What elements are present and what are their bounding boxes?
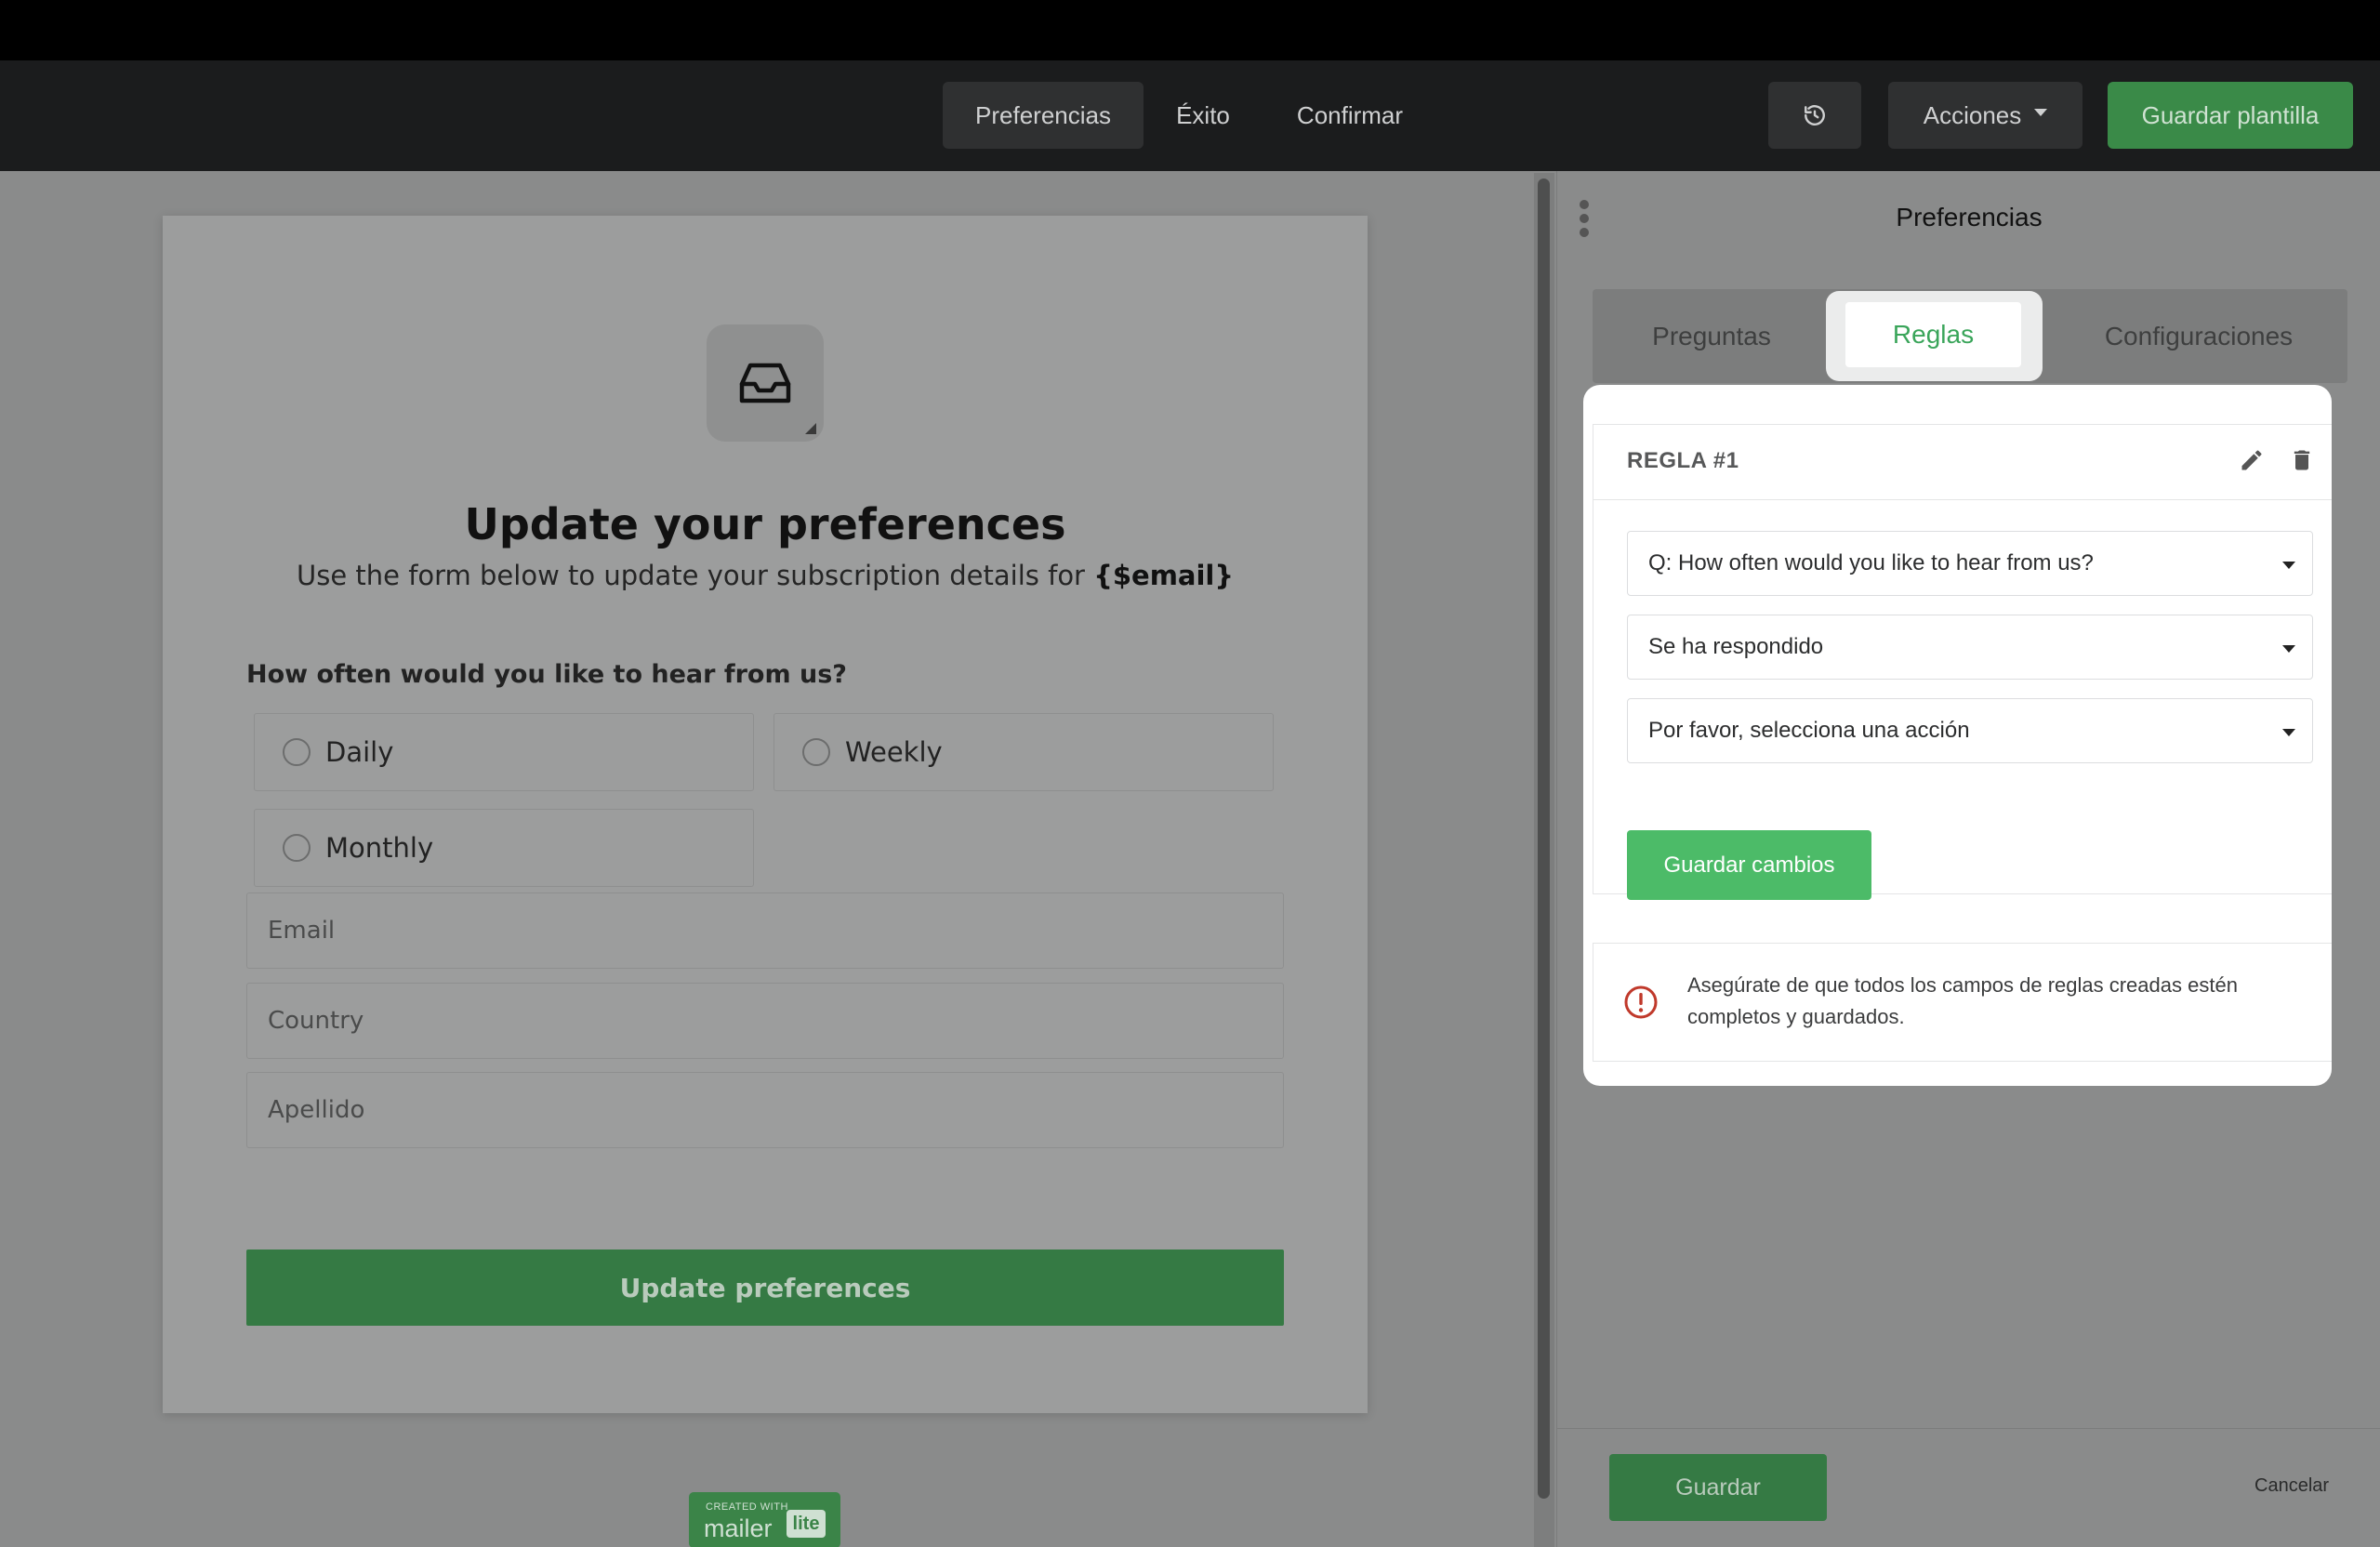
form-preview-area: Update your preferences Use the form bel… (0, 171, 1532, 1547)
select-value: Se ha respondido (1648, 634, 1824, 659)
tab-preferencias[interactable]: Preferencias (943, 82, 1144, 149)
badge-lite-tag: lite (787, 1510, 826, 1538)
tab-reglas[interactable]: Reglas (1845, 302, 2021, 367)
radio-icon (802, 738, 830, 766)
tab-preguntas[interactable]: Preguntas (1593, 289, 1831, 383)
preferences-form-card: Update your preferences Use the form bel… (163, 216, 1368, 1413)
option-monthly[interactable]: Monthly (254, 809, 754, 887)
resize-handle[interactable] (805, 423, 816, 434)
mailerlite-badge[interactable]: CREATED WITH mailer lite (689, 1492, 840, 1547)
caret-down-icon (2282, 729, 2295, 736)
option-daily[interactable]: Daily (254, 713, 754, 791)
preview-scrollbar[interactable] (1534, 173, 1554, 1547)
rule-action-select[interactable]: Por favor, selecciona una acción (1627, 698, 2313, 763)
subtitle-text: Use the form below to update your subscr… (296, 560, 1094, 591)
rule-header: REGLA #1 (1593, 425, 2332, 500)
delete-rule-button[interactable] (2289, 447, 2315, 473)
select-value: Q: How often would you like to hear from… (1648, 550, 2094, 575)
rule-question-select[interactable]: Q: How often would you like to hear from… (1627, 531, 2313, 596)
inbox-icon (739, 363, 791, 403)
rule-title: REGLA #1 (1627, 448, 1739, 473)
email-merge-tag: {$email} (1093, 560, 1235, 591)
form-subtitle: Use the form below to update your subscr… (163, 560, 1368, 591)
edit-rule-button[interactable] (2239, 447, 2265, 473)
question-label: How often would you like to hear from us… (246, 660, 847, 689)
tab-exito[interactable]: Éxito (1153, 82, 1253, 149)
radio-icon (283, 738, 311, 766)
panel-title: Preferencias (1896, 203, 2043, 231)
option-label: Weekly (845, 736, 943, 768)
top-strip (0, 0, 2380, 60)
trash-icon (2294, 450, 2310, 470)
scroll-thumb[interactable] (1538, 178, 1550, 1499)
radio-icon (283, 834, 311, 862)
badge-brand-text: mailer (704, 1514, 773, 1542)
actions-dropdown[interactable]: Acciones (1888, 82, 2082, 149)
editor-toolbar: Preferencias Éxito Confirmar Acciones Gu… (0, 60, 2380, 171)
history-button[interactable] (1768, 82, 1861, 149)
save-button[interactable]: Guardar (1609, 1454, 1827, 1521)
logo-block[interactable] (707, 324, 824, 442)
caret-down-icon (2282, 562, 2295, 569)
form-title: Update your preferences (464, 499, 1066, 549)
panel-footer-divider (1557, 1428, 2380, 1429)
tab-confirmar[interactable]: Confirmar (1274, 82, 1426, 149)
tab-configuraciones[interactable]: Configuraciones (2050, 289, 2347, 383)
save-changes-button[interactable]: Guardar cambios (1627, 830, 1871, 900)
option-label: Monthly (325, 832, 434, 864)
rule-card: REGLA #1 Q: How often would you like to … (1593, 424, 2332, 900)
select-value: Por favor, selecciona una acción (1648, 718, 1970, 743)
chevron-down-icon (2034, 109, 2048, 116)
alert-text: Asegúrate de que todos los campos de reg… (1687, 973, 2238, 1028)
email-field[interactable]: Email (246, 892, 1284, 969)
rule-condition-select[interactable]: Se ha respondido (1627, 615, 2313, 680)
cancel-link[interactable]: Cancelar (2254, 1475, 2329, 1497)
save-template-button[interactable]: Guardar plantilla (2108, 82, 2353, 149)
actions-label: Acciones (1923, 100, 2022, 129)
last-name-field[interactable]: Apellido (246, 1072, 1284, 1148)
pencil-icon (2241, 450, 2262, 470)
country-field[interactable]: Country (246, 983, 1284, 1059)
alert-circle-icon (1624, 985, 1658, 1019)
option-weekly[interactable]: Weekly (774, 713, 1274, 791)
option-label: Daily (325, 736, 394, 768)
rules-warning-alert: Asegúrate de que todos los campos de reg… (1593, 943, 2332, 1062)
update-preferences-button[interactable]: Update preferences (246, 1250, 1284, 1326)
rules-spotlight: REGLA #1 Q: How often would you like to … (1583, 385, 2332, 1086)
caret-down-icon (2282, 645, 2295, 653)
history-icon (1805, 105, 1825, 126)
badge-small-text: CREATED WITH (706, 1501, 788, 1513)
